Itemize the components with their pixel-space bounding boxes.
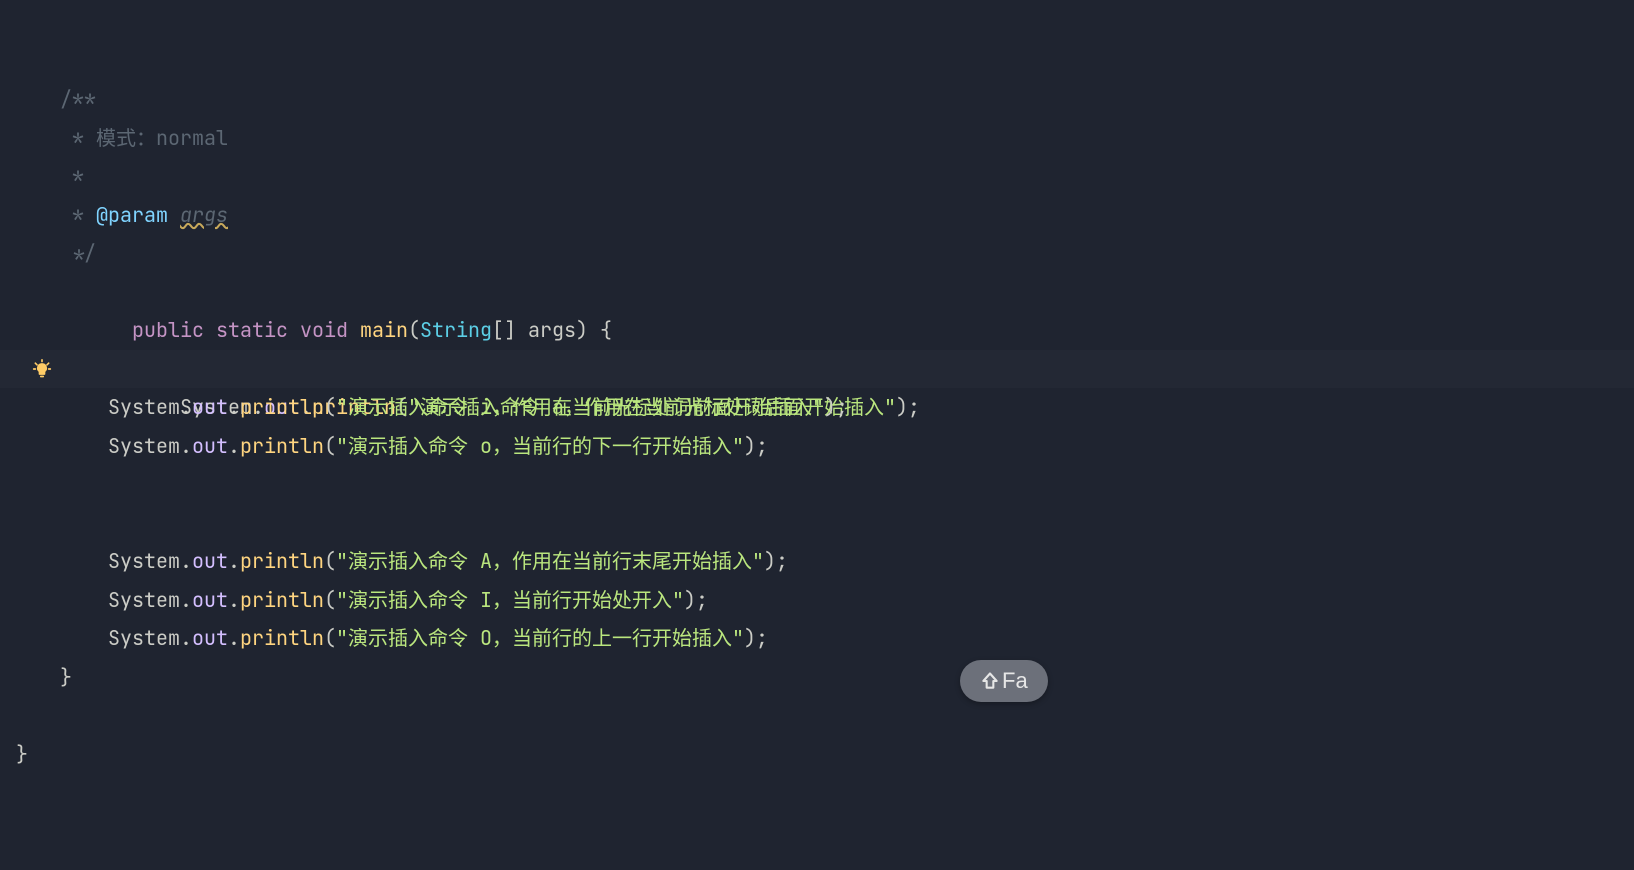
brace-close: } <box>16 741 28 767</box>
paren-close: ) <box>824 394 836 420</box>
code-line[interactable]: System.out.println("演示插入命令 i，作用在当前光标处词前面… <box>0 388 1634 427</box>
method-println: println <box>240 548 324 574</box>
dot: . <box>228 587 240 613</box>
semicolon: ; <box>756 625 768 651</box>
lightbulb-icon[interactable] <box>32 359 52 379</box>
paren-close: ) <box>764 548 776 574</box>
code-line[interactable]: public static void main(String[] args) { <box>0 273 1634 312</box>
code-line[interactable]: System.out.println("演示插入命令 A，作用在当前行末尾开始插… <box>0 542 1634 581</box>
code-line[interactable]: } <box>0 658 1634 697</box>
dot: . <box>228 548 240 574</box>
field-out: out <box>192 394 228 420</box>
string-literal: "演示插入命令 i，作用在当前光标处词前面开始插入" <box>336 394 824 420</box>
code-line[interactable] <box>0 696 1634 735</box>
code-line[interactable]: * @param args <box>0 196 1634 235</box>
method-println: println <box>240 625 324 651</box>
shift-arrow-icon <box>980 671 1000 691</box>
string-literal: "演示插入命令 I，当前行开始处开入" <box>336 587 684 613</box>
semicolon: ; <box>696 587 708 613</box>
paren-close: ) <box>744 625 756 651</box>
field-out: out <box>192 587 228 613</box>
code-content[interactable]: /** * 模式：normal * * @param args */ publi… <box>0 0 1634 773</box>
code-line[interactable]: } <box>0 735 1634 774</box>
dot: . <box>180 625 192 651</box>
brace-close: } <box>60 664 72 690</box>
string-literal: "演示插入命令 o，当前行的下一行开始插入" <box>336 433 744 459</box>
paren-close: ) <box>744 433 756 459</box>
field-out: out <box>192 548 228 574</box>
dot: . <box>180 587 192 613</box>
code-line[interactable] <box>0 504 1634 543</box>
dot: . <box>180 394 192 420</box>
paren-open: ( <box>324 587 336 613</box>
comment-prefix: * <box>60 202 96 228</box>
fold-handle-icon[interactable] <box>4 286 14 298</box>
code-line[interactable]: System.out.println("演示插入命令 o，当前行的下一行开始插入… <box>0 427 1634 466</box>
comment-open: /** <box>60 86 96 112</box>
comment-text: * <box>60 163 84 189</box>
field-out: out <box>192 433 228 459</box>
dot: . <box>228 433 240 459</box>
indicator-text: Fa <box>1002 668 1028 694</box>
code-line[interactable]: * <box>0 157 1634 196</box>
method-println: println <box>240 394 324 420</box>
paren-open: ( <box>324 394 336 420</box>
paren-open: ( <box>324 548 336 574</box>
paren-open: ( <box>324 625 336 651</box>
code-line[interactable]: System.out.println("演示插入命令 I，当前行开始处开入"); <box>0 581 1634 620</box>
dot: . <box>180 548 192 574</box>
code-line-active[interactable]: System.out.println("演示插入命令 a，作用在当前光标处词后面… <box>0 350 1634 389</box>
semicolon: ; <box>836 394 848 420</box>
code-line[interactable]: /** <box>0 80 1634 119</box>
dot: . <box>228 394 240 420</box>
javadoc-param-name: args <box>180 202 228 228</box>
javadoc-tag: @param <box>96 202 168 228</box>
dot: . <box>180 433 192 459</box>
ident-system: System <box>108 625 180 651</box>
paren-close: ) <box>684 587 696 613</box>
ident-system: System <box>108 433 180 459</box>
string-literal: "演示插入命令 A，作用在当前行末尾开始插入" <box>336 548 764 574</box>
method-println: println <box>240 433 324 459</box>
code-line[interactable]: */ <box>0 234 1634 273</box>
dot: . <box>228 625 240 651</box>
field-out: out <box>192 625 228 651</box>
code-editor[interactable]: /** * 模式：normal * * @param args */ publi… <box>0 0 1634 870</box>
method-println: println <box>240 587 324 613</box>
caps-lock-indicator: Fa <box>960 660 1048 702</box>
ident-system: System <box>108 394 180 420</box>
string-literal: "演示插入命令 O，当前行的上一行开始插入" <box>336 625 744 651</box>
semicolon: ; <box>756 433 768 459</box>
comment-text: * 模式：normal <box>60 125 228 151</box>
space <box>168 202 180 228</box>
ident-system: System <box>108 587 180 613</box>
semicolon: ; <box>776 548 788 574</box>
paren-open: ( <box>324 433 336 459</box>
code-line[interactable]: * 模式：normal <box>0 119 1634 158</box>
comment-close: */ <box>60 240 96 266</box>
code-line[interactable] <box>0 465 1634 504</box>
code-line[interactable]: System.out.println("演示插入命令 O，当前行的上一行开始插入… <box>0 619 1634 658</box>
ident-system: System <box>108 548 180 574</box>
code-line[interactable] <box>0 311 1634 350</box>
